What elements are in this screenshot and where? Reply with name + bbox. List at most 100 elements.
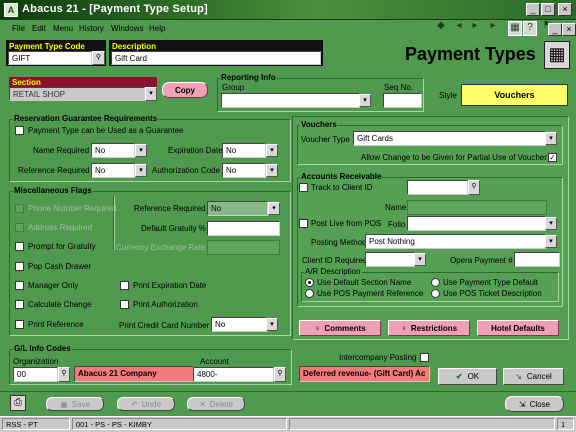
currency-rate-label: Currency Exchange Rate <box>116 243 206 252</box>
voucher-type-dropdown-icon[interactable]: ▾ <box>545 132 557 145</box>
undo-button[interactable]: ↶ Undo <box>117 397 175 411</box>
reference-required-select[interactable]: No <box>91 163 135 178</box>
calculator-icon[interactable]: ▦ <box>508 21 522 36</box>
client-id-field[interactable] <box>407 180 468 195</box>
next-icon[interactable]: ▸ <box>468 20 482 37</box>
menu-file[interactable]: File <box>12 24 25 33</box>
seq-no-label: Seq No. <box>384 83 413 92</box>
folio-select[interactable] <box>407 216 546 231</box>
search-icon[interactable]: ⚲ <box>92 51 105 65</box>
delete-icon: ✕ <box>199 399 206 409</box>
misc-reference-required-dropdown-icon[interactable]: ▾ <box>268 202 280 215</box>
hotel-defaults-button[interactable]: Hotel Defaults <box>477 320 559 336</box>
prompt-gratuity-label: Prompt for Gratuity <box>28 242 96 251</box>
address-required-checkbox[interactable] <box>15 223 24 232</box>
section-label: Section <box>12 78 41 87</box>
section-field[interactable]: RETAIL SHOP <box>9 87 145 101</box>
address-required-label: Address Required <box>28 223 93 232</box>
maximize-icon[interactable]: □ <box>541 3 555 16</box>
post-live-checkbox[interactable] <box>299 219 308 228</box>
payment-type-code-field[interactable]: GIFT <box>8 51 92 65</box>
undo-icon: ↶ <box>131 399 138 409</box>
app-icon[interactable]: A <box>4 3 18 17</box>
radio-payment-type-default[interactable] <box>431 278 440 287</box>
print-reference-checkbox[interactable] <box>15 320 24 329</box>
close-label: Close <box>529 399 551 409</box>
restrictions-button[interactable]: ♀ Restrictions <box>388 320 470 336</box>
authorization-code-select[interactable]: No <box>222 163 266 178</box>
name-required-label: Name Required <box>33 146 90 155</box>
status-middle: 001 - PS - PS - KIMBY <box>72 418 287 430</box>
prompt-gratuity-checkbox[interactable] <box>15 242 24 251</box>
reference-required-dropdown-icon[interactable]: ▾ <box>135 164 147 177</box>
print-authorization-checkbox[interactable] <box>120 300 129 309</box>
radio-pos-reference[interactable] <box>305 289 314 298</box>
name-required-select[interactable]: No <box>91 143 135 158</box>
pop-cash-drawer-checkbox[interactable] <box>15 262 24 271</box>
can-be-guarantee-checkbox[interactable] <box>15 126 24 135</box>
intercompany-label: Intercompany Posting <box>339 353 417 362</box>
seq-no-field[interactable] <box>383 93 422 108</box>
expiration-date-dropdown-icon[interactable]: ▾ <box>266 144 278 157</box>
name-required-dropdown-icon[interactable]: ▾ <box>135 144 147 157</box>
default-gratuity-field[interactable] <box>207 221 280 236</box>
misc-reference-required-label: Reference Required <box>134 204 206 213</box>
organization-field[interactable]: 00 <box>13 367 58 382</box>
folio-dropdown-icon[interactable]: ▾ <box>545 217 557 230</box>
calculate-change-checkbox[interactable] <box>15 300 24 309</box>
minimize-icon[interactable]: _ <box>526 3 540 16</box>
phone-required-checkbox[interactable] <box>15 204 24 213</box>
posting-method-dropdown-icon[interactable]: ▾ <box>545 235 557 248</box>
check-icon: ✔ <box>455 372 463 381</box>
client-search-icon[interactable]: ⚲ <box>468 180 480 195</box>
section-dropdown-icon[interactable]: ▾ <box>145 87 157 101</box>
previous-icon[interactable]: ◂ <box>452 20 466 37</box>
client-id-required-dropdown-icon[interactable]: ▾ <box>414 253 426 266</box>
print-cc-dropdown-icon[interactable]: ▾ <box>266 318 278 331</box>
help-icon[interactable]: ? <box>523 21 537 36</box>
close-icon[interactable]: × <box>558 3 572 16</box>
forward-icon[interactable]: ▸ <box>486 20 500 37</box>
ok-button[interactable]: ✔ OK <box>438 368 497 385</box>
print-icon[interactable]: ⎙ <box>10 395 26 411</box>
close-button[interactable]: ⇲ Close <box>505 396 564 412</box>
cancel-button[interactable]: ↘ Cancel <box>503 368 564 385</box>
mdi-close-icon[interactable]: × <box>562 23 576 36</box>
print-cc-select[interactable]: No <box>211 317 268 332</box>
allow-change-checkbox[interactable]: ✓ <box>548 153 557 162</box>
manager-only-checkbox[interactable] <box>15 281 24 290</box>
posting-method-select[interactable]: Post Nothing <box>365 234 546 249</box>
currency-rate-field[interactable] <box>207 240 280 255</box>
menu-help[interactable]: Help <box>149 24 165 33</box>
name-field[interactable] <box>407 200 547 215</box>
organization-search-icon[interactable]: ⚲ <box>58 367 70 382</box>
delete-button[interactable]: ✕ Delete <box>187 397 245 411</box>
menu-windows[interactable]: Windows <box>111 24 143 33</box>
comments-button[interactable]: ♀ Comments <box>299 320 381 336</box>
account-field[interactable]: 4800- <box>193 367 274 382</box>
radio-default-section[interactable] <box>305 278 314 287</box>
menu-edit[interactable]: Edit <box>32 24 46 33</box>
account-search-icon[interactable]: ⚲ <box>274 367 286 382</box>
back-arrow-icon[interactable]: ◆ <box>434 20 448 37</box>
menu-history[interactable]: History <box>79 24 104 33</box>
opera-payment-label: Opera Payment # <box>450 256 513 265</box>
authorization-code-dropdown-icon[interactable]: ▾ <box>266 164 278 177</box>
group-dropdown-icon[interactable]: ▾ <box>359 94 371 107</box>
client-id-required-select[interactable] <box>365 252 415 267</box>
save-button[interactable]: ▣ Save <box>46 397 104 411</box>
page-title: Payment Types <box>405 44 536 64</box>
opera-payment-field[interactable] <box>514 252 560 267</box>
track-client-checkbox[interactable] <box>299 183 308 192</box>
expiration-date-select[interactable]: No <box>222 143 266 158</box>
group-field[interactable] <box>221 93 360 108</box>
print-expiration-checkbox[interactable] <box>120 281 129 290</box>
menu-menu[interactable]: Menu <box>53 24 73 33</box>
copy-button[interactable]: Copy <box>162 82 208 98</box>
radio-pos-ticket[interactable] <box>431 289 440 298</box>
description-field[interactable]: Gift Card <box>111 51 321 65</box>
mdi-minimize-icon[interactable]: _ <box>548 23 562 36</box>
intercompany-checkbox[interactable] <box>420 353 429 362</box>
misc-reference-required-select[interactable]: No <box>207 201 268 216</box>
voucher-type-select[interactable]: Gift Cards <box>353 131 546 146</box>
